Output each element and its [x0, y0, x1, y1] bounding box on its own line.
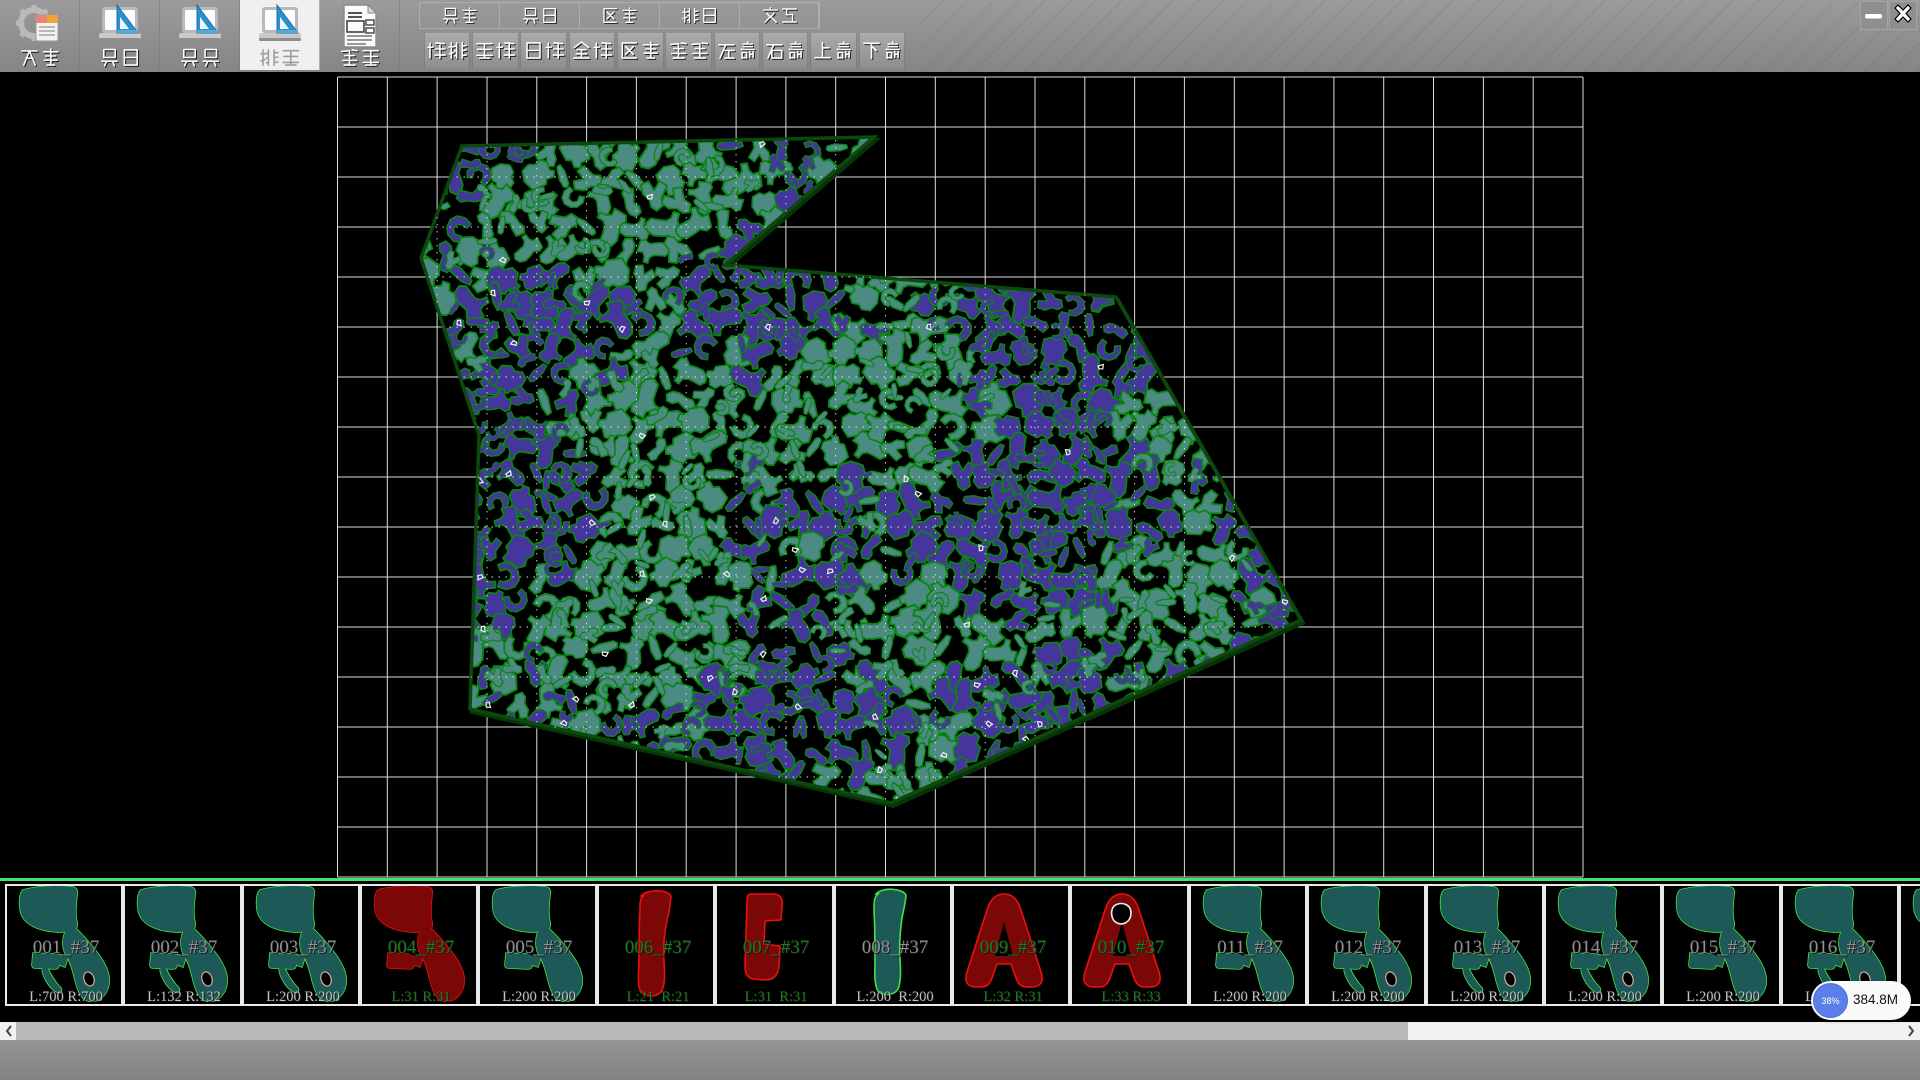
- svg-text:014_#37: 014_#37: [1572, 937, 1639, 958]
- svg-text:L:200 R:200: L:200 R:200: [1687, 989, 1761, 1002]
- svg-text:002_#37: 002_#37: [151, 937, 218, 958]
- svg-text:L:700 R:700: L:700 R:700: [29, 989, 103, 1002]
- svg-text:007_#37: 007_#37: [743, 937, 810, 958]
- svg-text:L:32 R:31: L:32 R:31: [983, 989, 1042, 1002]
- svg-text:006_#37: 006_#37: [625, 937, 692, 958]
- svg-text:010_#37: 010_#37: [1098, 937, 1165, 958]
- svg-text:004_#37: 004_#37: [388, 937, 455, 958]
- svg-text:003_#37: 003_#37: [269, 937, 336, 958]
- svg-text:005_#37: 005_#37: [506, 937, 573, 958]
- svg-text:015_#37: 015_#37: [1690, 937, 1757, 958]
- svg-text:016_#37: 016_#37: [1809, 937, 1876, 958]
- svg-text:L:200 R:200: L:200 R:200: [503, 989, 577, 1002]
- svg-text:L:33 R:33: L:33 R:33: [1102, 989, 1161, 1002]
- svg-text:L:31_R:31: L:31_R:31: [745, 989, 808, 1002]
- svg-text:L:31 R:31: L:31 R:31: [391, 989, 450, 1002]
- svg-text:L:21_R:21: L:21_R:21: [626, 989, 689, 1002]
- svg-text:L:200 R:200: L:200 R:200: [1213, 989, 1287, 1002]
- svg-text:L:132 R:132: L:132 R:132: [147, 989, 221, 1002]
- svg-text:L:200 R:200: L:200 R:200: [1568, 989, 1642, 1002]
- svg-text:L:200_R:200: L:200_R:200: [856, 989, 933, 1002]
- svg-text:L:200 R:200: L:200 R:200: [1331, 989, 1405, 1002]
- svg-text:L:200 R:200: L:200 R:200: [1450, 989, 1524, 1002]
- svg-text:011_#37: 011_#37: [1217, 937, 1283, 958]
- svg-text:013_#37: 013_#37: [1453, 937, 1520, 958]
- svg-text:L:200 R:200: L:200 R:200: [266, 989, 340, 1002]
- svg-text:012_#37: 012_#37: [1335, 937, 1402, 958]
- svg-text:001_#37: 001_#37: [33, 937, 100, 958]
- svg-text:009_#37: 009_#37: [980, 937, 1047, 958]
- svg-text:008_#37: 008_#37: [861, 937, 928, 958]
